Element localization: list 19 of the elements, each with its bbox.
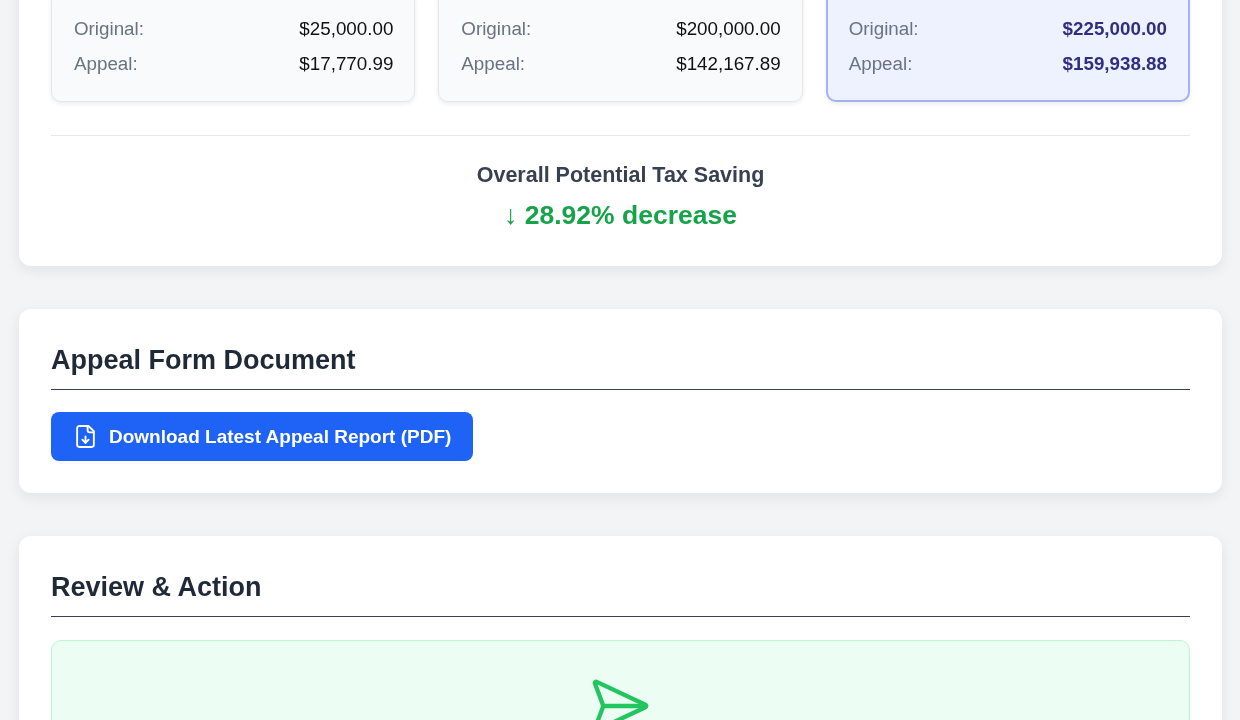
amount-value: $200,000.00 (676, 17, 781, 41)
amount-value: $142,167.89 (676, 52, 781, 76)
amount-label: Appeal: (461, 52, 526, 76)
paper-plane-icon (592, 679, 649, 720)
download-button[interactable]: Download Latest Appeal Report (PDF) (51, 412, 474, 461)
amount-value: $17,770.99 (299, 52, 394, 76)
amount-label: Appeal: (74, 52, 138, 76)
amount-label: Appeal: (848, 52, 913, 76)
file-download-icon (76, 425, 95, 448)
amount-label: Original: (461, 17, 532, 41)
section-heading: Review & Action (51, 571, 1190, 617)
saving-change: ↓ 28.92% decrease (504, 199, 737, 231)
amount-label: Original: (74, 17, 144, 41)
amount-value: $25,000.00 (299, 17, 394, 41)
amount-value: $159,938.88 (1062, 52, 1167, 76)
amount-value: $225,000.00 (1062, 17, 1167, 41)
saving-title: Overall Potential Tax Saving (476, 162, 765, 188)
amount-label: Original: (848, 17, 919, 41)
section-heading: Appeal Form Document (51, 344, 1190, 390)
